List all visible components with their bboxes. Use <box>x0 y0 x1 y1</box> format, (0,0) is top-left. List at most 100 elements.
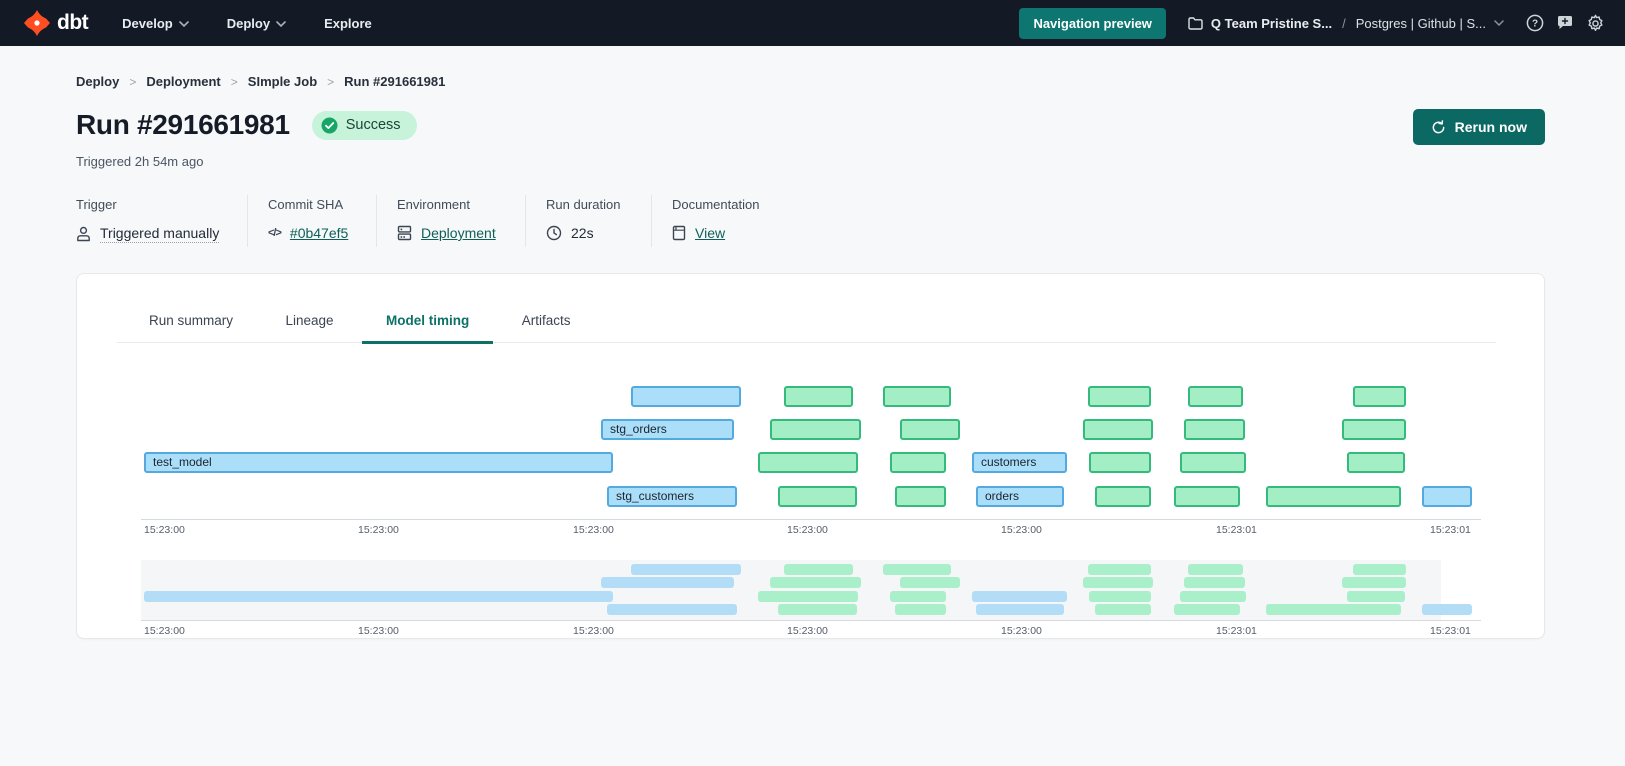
timing-bar[interactable] <box>631 564 741 575</box>
breadcrumb-item-deploy[interactable]: Deploy <box>76 74 119 89</box>
model-timing-chart: stg_orders test_model customers stg_custome… <box>141 274 1481 640</box>
timing-bar[interactable] <box>1083 577 1153 588</box>
breadcrumb-item-run: Run #291661981 <box>344 74 445 89</box>
timing-bar-test_model[interactable] <box>144 591 613 602</box>
timing-bar[interactable] <box>1089 452 1151 473</box>
nav-menu-explore[interactable]: Explore <box>324 16 372 31</box>
axis-tick-label: 15:23:00 <box>787 524 828 536</box>
timing-bar[interactable] <box>1184 419 1245 440</box>
timing-bar[interactable] <box>770 577 861 588</box>
meta-trigger: Trigger Triggered manually <box>76 195 248 247</box>
nav-menu-develop[interactable]: Develop <box>122 16 189 31</box>
timing-bar[interactable] <box>778 604 857 615</box>
timing-bar-stg_orders[interactable]: stg_orders <box>601 419 734 440</box>
status-badge: Success <box>312 111 417 140</box>
feedback-icon <box>1556 14 1574 32</box>
documentation-link[interactable]: View <box>695 225 725 241</box>
breadcrumb-separator: > <box>129 75 136 89</box>
timing-bar[interactable] <box>1174 486 1240 507</box>
environment-name[interactable]: Postgres | Github | S... <box>1356 16 1486 31</box>
environment-link[interactable]: Deployment <box>421 225 496 241</box>
person-icon <box>76 226 91 242</box>
chevron-down-icon <box>276 21 286 27</box>
navigation-preview-button[interactable]: Navigation preview <box>1019 8 1165 39</box>
timing-bar[interactable] <box>1088 386 1151 407</box>
timing-bar[interactable] <box>1266 486 1401 507</box>
timing-bar-customers[interactable]: customers <box>972 452 1067 473</box>
timing-bar[interactable] <box>1088 564 1151 575</box>
axis-tick-label: 15:23:00 <box>573 524 614 536</box>
help-button[interactable]: ? <box>1526 14 1544 32</box>
timing-bar-stg_customers[interactable] <box>607 604 737 615</box>
timing-bar[interactable] <box>1083 419 1153 440</box>
timing-bar-customers[interactable] <box>972 591 1067 602</box>
timing-bar[interactable] <box>1188 564 1243 575</box>
timing-bar[interactable] <box>1422 604 1472 615</box>
timing-bar[interactable] <box>1095 486 1151 507</box>
timing-bar-label: customers <box>974 454 1065 471</box>
meta-label: Environment <box>397 197 505 212</box>
timing-bar[interactable] <box>1422 486 1472 507</box>
timing-bar[interactable] <box>778 486 857 507</box>
axis-tick-label: 15:23:00 <box>787 625 828 637</box>
timing-bar[interactable] <box>883 386 951 407</box>
nav-menu-deploy[interactable]: Deploy <box>227 16 286 31</box>
breadcrumb: Deploy > Deployment > SImple Job > Run #… <box>76 74 1545 89</box>
triggered-time: Triggered 2h 54m ago <box>76 154 1545 169</box>
commit-sha-link[interactable]: #0b47ef5 <box>290 225 348 241</box>
settings-button[interactable] <box>1586 14 1605 33</box>
timing-bar[interactable] <box>883 564 951 575</box>
dbt-logo-icon <box>24 10 50 36</box>
timing-bar[interactable] <box>784 564 853 575</box>
breadcrumb-separator: > <box>327 75 334 89</box>
timing-bar[interactable] <box>890 591 946 602</box>
timing-bar[interactable] <box>758 591 858 602</box>
timing-bar[interactable] <box>1174 604 1240 615</box>
timing-bar[interactable] <box>1266 604 1401 615</box>
timing-bar[interactable] <box>1347 452 1405 473</box>
feedback-button[interactable] <box>1556 14 1574 32</box>
timing-bar[interactable] <box>1180 591 1246 602</box>
timing-bar[interactable] <box>784 386 853 407</box>
timing-bar[interactable] <box>1184 577 1245 588</box>
timing-bar-stg_orders[interactable] <box>601 577 734 588</box>
trigger-value[interactable]: Triggered manually <box>100 225 219 243</box>
meta-label: Run duration <box>546 197 631 212</box>
timing-bar-label: stg_customers <box>609 488 735 505</box>
timing-bar[interactable] <box>1180 452 1246 473</box>
rerun-now-button[interactable]: Rerun now <box>1413 109 1545 145</box>
timing-bar[interactable] <box>1353 564 1406 575</box>
dbt-logo[interactable]: dbt <box>24 10 88 36</box>
meta-label: Documentation <box>672 197 759 212</box>
timing-bar[interactable] <box>631 386 741 407</box>
timing-bar[interactable] <box>895 486 946 507</box>
chevron-down-icon <box>179 21 189 27</box>
chevron-down-icon[interactable] <box>1494 20 1504 26</box>
timing-bar[interactable] <box>895 604 946 615</box>
duration-value: 22s <box>571 225 594 241</box>
timing-bar[interactable] <box>770 419 861 440</box>
timing-bar[interactable] <box>1347 591 1405 602</box>
timing-bar-orders[interactable]: orders <box>976 486 1064 507</box>
breadcrumb-item-job[interactable]: SImple Job <box>248 74 317 89</box>
timing-bar[interactable] <box>758 452 858 473</box>
timing-bar-test_model[interactable]: test_model <box>144 452 613 473</box>
timing-bar[interactable] <box>1353 386 1406 407</box>
timing-bar[interactable] <box>1089 591 1151 602</box>
timing-bar[interactable] <box>1188 386 1243 407</box>
timing-bar[interactable] <box>1095 604 1151 615</box>
axis-tick-label: 15:23:00 <box>358 625 399 637</box>
timing-bar-stg_customers[interactable]: stg_customers <box>607 486 737 507</box>
timing-bar[interactable] <box>1342 577 1406 588</box>
timing-bar[interactable] <box>1342 419 1406 440</box>
minimap-x-axis <box>141 620 1481 621</box>
timing-bar[interactable] <box>890 452 946 473</box>
project-name[interactable]: Q Team Pristine S... <box>1211 16 1332 31</box>
timing-bar[interactable] <box>900 577 960 588</box>
breadcrumb-item-deployment[interactable]: Deployment <box>146 74 220 89</box>
timing-bar[interactable] <box>900 419 960 440</box>
page-title: Run #291661981 <box>76 109 290 141</box>
help-icon: ? <box>1526 14 1544 32</box>
meta-label: Commit SHA <box>268 197 356 212</box>
timing-bar-orders[interactable] <box>976 604 1064 615</box>
